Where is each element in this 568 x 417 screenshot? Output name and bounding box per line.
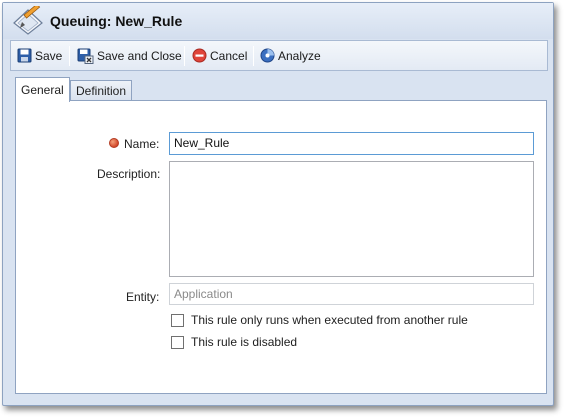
save-and-close-button[interactable]: Save and Close — [77, 45, 182, 66]
general-tab-panel: Name: New_Rule Description: Entity: Appl… — [15, 100, 547, 394]
executed-from-rule-checkbox[interactable] — [171, 313, 184, 327]
executed-from-rule-checkbox-row[interactable]: This rule only runs when executed from a… — [171, 313, 468, 327]
tab-definition-label: Definition — [76, 84, 127, 98]
toolbar: Save Save and Close Cancel Analyze — [10, 40, 548, 71]
entity-field: Application — [169, 283, 534, 305]
save-and-close-icon — [77, 48, 94, 64]
toolbar-divider — [69, 46, 70, 66]
save-icon — [17, 48, 32, 63]
queuing-rule-window: Queuing: New_Rule Save Save and Close Ca… — [2, 2, 554, 406]
analyze-button[interactable]: Analyze — [260, 45, 321, 66]
tab-definition[interactable]: Definition — [70, 80, 133, 101]
analyze-icon — [260, 48, 275, 63]
edit-document-icon — [11, 3, 45, 36]
cancel-button[interactable]: Cancel — [192, 45, 247, 66]
save-and-close-label: Save and Close — [97, 48, 182, 63]
name-field[interactable]: New_Rule — [169, 132, 534, 155]
save-button-label: Save — [35, 48, 63, 63]
cancel-button-label: Cancel — [210, 48, 248, 63]
toolbar-divider — [184, 46, 185, 66]
description-label: Description: — [97, 167, 161, 181]
save-button[interactable]: Save — [17, 45, 62, 66]
name-label: Name: — [124, 137, 160, 151]
cancel-icon — [192, 48, 207, 63]
rule-disabled-checkbox-row[interactable]: This rule is disabled — [171, 335, 297, 349]
tab-general[interactable]: General — [15, 77, 70, 102]
required-field-icon — [109, 138, 119, 148]
title-bar: Queuing: New_Rule — [3, 3, 553, 39]
description-field[interactable] — [169, 161, 534, 277]
toolbar-divider — [253, 46, 254, 66]
window-title: Queuing: New_Rule — [50, 13, 183, 29]
executed-from-rule-label: This rule only runs when executed from a… — [191, 313, 468, 327]
entity-label: Entity: — [126, 290, 160, 304]
rule-disabled-label: This rule is disabled — [191, 335, 298, 349]
analyze-button-label: Analyze — [278, 48, 321, 63]
tab-general-label: General — [21, 83, 64, 97]
rule-disabled-checkbox[interactable] — [171, 335, 184, 349]
